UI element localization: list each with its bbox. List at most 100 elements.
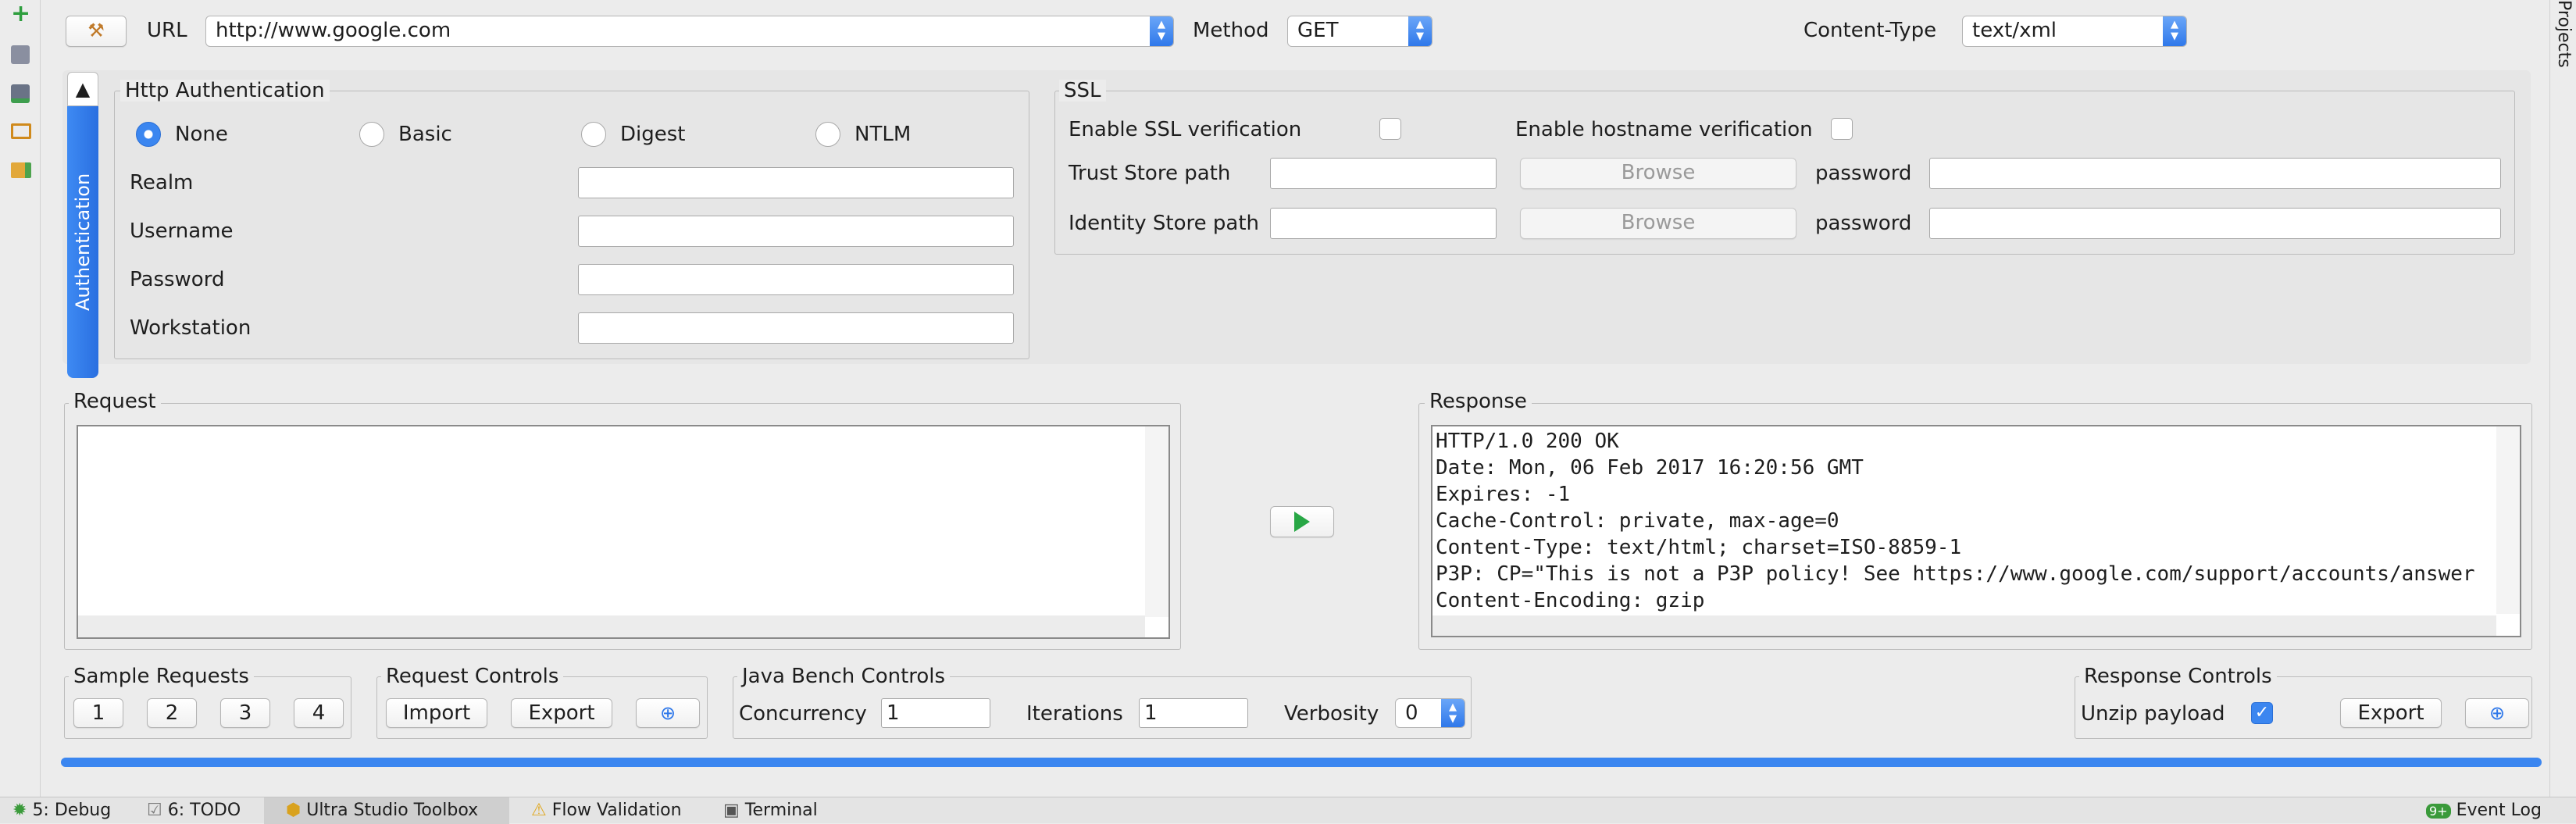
magnifier-icon: ⊕ <box>2489 702 2506 724</box>
radio-ntlm-label: NTLM <box>855 123 912 146</box>
request-zoom-button[interactable]: ⊕ <box>636 698 700 728</box>
magnifier-icon: ⊕ <box>659 702 676 724</box>
terminal-tab-label: Terminal <box>744 801 818 820</box>
event-log-label: Event Log <box>2456 801 2542 820</box>
verbosity-select[interactable]: 0 ▲ ▼ <box>1395 698 1465 728</box>
response-export-button[interactable]: Export <box>2340 698 2442 728</box>
sample-request-4-button[interactable]: 4 <box>294 698 344 728</box>
warning-icon: ⚠ <box>531 801 547 820</box>
wrench-icon: ⚒ <box>87 20 105 41</box>
verbosity-dropdown-arrow[interactable]: ▲ ▼ <box>1441 699 1465 727</box>
method-select[interactable]: GET ▲ ▼ <box>1287 16 1432 47</box>
iterations-input[interactable]: 1 <box>1139 698 1248 728</box>
username-label: Username <box>130 219 234 243</box>
radio-basic[interactable] <box>359 122 384 147</box>
url-dropdown-arrow[interactable]: ▲ ▼ <box>1150 16 1173 46</box>
settings-button[interactable]: ⚒ <box>66 16 127 47</box>
identity-store-password-label: password <box>1815 212 1912 235</box>
radio-digest-label: Digest <box>620 123 686 146</box>
sample-request-3-button[interactable]: 3 <box>220 698 270 728</box>
project-folder-icon[interactable] <box>11 162 31 178</box>
projects-tab[interactable]: Projects <box>2553 0 2574 78</box>
http-auth-title: Http Authentication <box>120 80 330 102</box>
content-type-select[interactable]: text/xml ▲ ▼ <box>1962 16 2187 47</box>
flow-validation-tab[interactable]: ⚠ Flow Validation <box>531 799 682 822</box>
todo-icon: ☑ <box>147 801 162 820</box>
unzip-payload-checkbox[interactable]: ✓ <box>2251 702 2273 724</box>
terminal-tab[interactable]: ▣ Terminal <box>723 799 818 822</box>
response-line: Cache-Control: private, max-age=0 <box>1436 509 1839 533</box>
identity-store-browse-button[interactable]: Browse <box>1520 208 1796 239</box>
authentication-tab[interactable]: Authentication <box>67 106 98 378</box>
response-line: Date: Mon, 06 Feb 2017 16:20:56 GMT <box>1436 456 1864 480</box>
response-title: Response <box>1425 391 1532 412</box>
unzip-payload-label: Unzip payload <box>2081 702 2225 726</box>
radio-digest[interactable] <box>581 122 606 147</box>
response-line: Content-Encoding: gzip <box>1436 589 1705 612</box>
trust-store-browse-button[interactable]: Browse <box>1520 158 1796 189</box>
enable-ssl-checkbox[interactable] <box>1379 118 1401 140</box>
password-input[interactable] <box>578 264 1014 295</box>
event-log-tab[interactable]: 9+ Event Log <box>2426 799 2542 823</box>
method-dropdown-arrow[interactable]: ▲ ▼ <box>1408 16 1432 46</box>
content-type-label: Content-Type <box>1804 19 1937 42</box>
request-controls-title: Request Controls <box>381 665 564 687</box>
content-type-dropdown-arrow[interactable]: ▲ ▼ <box>2163 16 2186 46</box>
radio-none[interactable] <box>136 122 161 147</box>
progress-bar-fill <box>61 758 2542 767</box>
request-export-button[interactable]: Export <box>511 698 612 728</box>
workstation-input[interactable] <box>578 312 1014 344</box>
open-folder-icon[interactable] <box>11 123 31 139</box>
authentication-tab-label: Authentication <box>72 173 94 312</box>
trust-store-password-label: password <box>1815 162 1912 185</box>
method-value: GET <box>1297 19 1339 42</box>
toolbox-tab-label: Ultra Studio Toolbox <box>306 801 479 820</box>
response-viewer[interactable]: HTTP/1.0 200 OK Date: Mon, 06 Feb 2017 1… <box>1431 425 2521 637</box>
import-button[interactable]: Import <box>386 698 487 728</box>
radio-none-label: None <box>175 123 228 146</box>
password-label: Password <box>130 268 225 291</box>
right-tool-strip: Projects <box>2549 0 2576 797</box>
identity-store-label: Identity Store path <box>1069 212 1260 235</box>
enable-hostname-label: Enable hostname verification <box>1515 118 1813 141</box>
concurrency-input[interactable]: 1 <box>881 698 990 728</box>
save-as-icon[interactable] <box>11 84 30 103</box>
sample-request-1-button[interactable]: 1 <box>73 698 123 728</box>
collapse-button[interactable]: ▲ <box>67 72 98 106</box>
bench-controls-title: Java Bench Controls <box>737 665 951 687</box>
run-button[interactable] <box>1270 506 1334 537</box>
radio-ntlm[interactable] <box>815 122 840 147</box>
todo-tab[interactable]: ☑ 6: TODO <box>147 799 241 822</box>
url-combo[interactable]: http://www.google.com ▲ ▼ <box>205 16 1174 47</box>
response-horizontal-scrollbar[interactable] <box>1432 615 2496 636</box>
event-log-badge: 9+ <box>2426 804 2451 819</box>
ultra-studio-toolbox-tab[interactable]: ⬢ Ultra Studio Toolbox <box>264 797 509 824</box>
debug-tab[interactable]: ✹ 5: Debug <box>12 799 111 822</box>
response-line: HTTP/1.0 200 OK <box>1436 430 1619 453</box>
response-controls-title: Response Controls <box>2079 665 2277 687</box>
identity-store-input[interactable] <box>1270 208 1497 239</box>
verbosity-label: Verbosity <box>1284 702 1379 726</box>
workstation-label: Workstation <box>130 316 252 340</box>
response-vertical-scrollbar[interactable] <box>2496 426 2520 614</box>
sample-request-2-button[interactable]: 2 <box>147 698 197 728</box>
trust-store-input[interactable] <box>1270 158 1497 189</box>
plus-icon[interactable]: + <box>11 2 30 26</box>
url-value: http://www.google.com <box>216 19 451 42</box>
todo-tab-label: 6: TODO <box>167 801 241 820</box>
enable-hostname-checkbox[interactable] <box>1831 118 1853 140</box>
request-horizontal-scrollbar[interactable] <box>78 615 1145 637</box>
request-editor[interactable] <box>77 425 1170 639</box>
iterations-value: 1 <box>1144 701 1158 725</box>
realm-input[interactable] <box>578 167 1014 198</box>
username-input[interactable] <box>578 216 1014 247</box>
request-vertical-scrollbar[interactable] <box>1145 426 1168 617</box>
trust-store-password-input[interactable] <box>1929 158 2501 189</box>
concurrency-label: Concurrency <box>739 702 867 726</box>
identity-store-password-input[interactable] <box>1929 208 2501 239</box>
content-type-value: text/xml <box>1972 19 2057 42</box>
save-icon[interactable] <box>11 45 30 64</box>
terminal-icon: ▣ <box>723 801 740 820</box>
bug-icon: ✹ <box>12 801 27 820</box>
response-zoom-button[interactable]: ⊕ <box>2465 698 2529 728</box>
